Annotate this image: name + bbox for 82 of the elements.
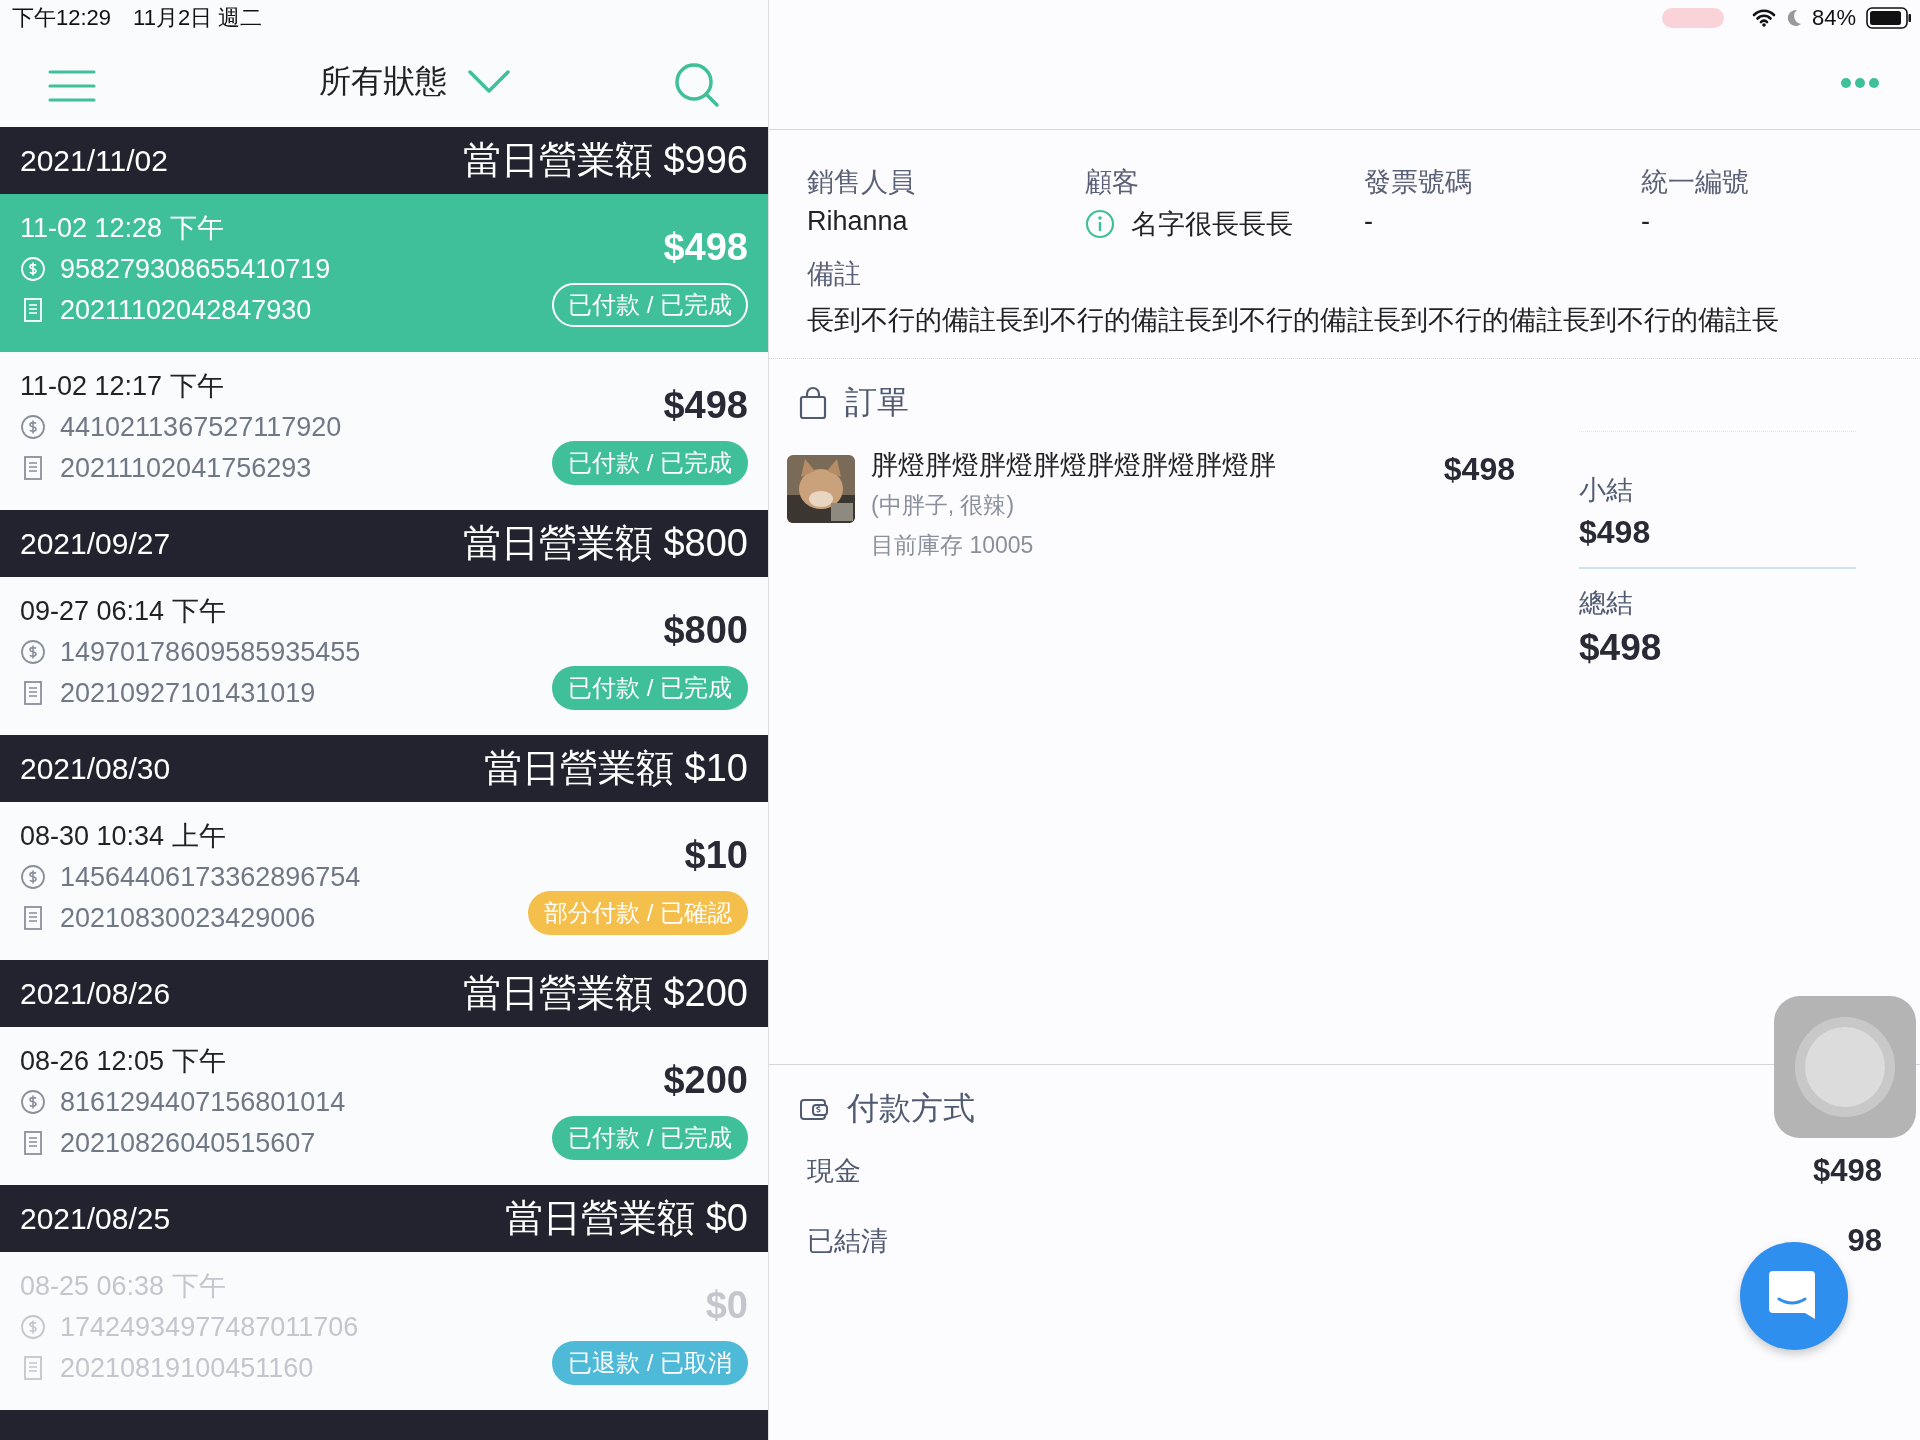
field-label: 發票號碼 [1364,166,1473,199]
field-value: 名字很長長長 [1131,208,1293,241]
day-total: 當日營業額 $200 [462,971,748,1016]
more-icon[interactable] [1840,77,1880,89]
payment-number: 958279308655410719 [60,253,331,285]
invoice-number: 20210927101431019 [60,677,316,709]
field-value: Rihanna [807,206,908,237]
status-filter-dropdown[interactable]: 所有狀態 [319,48,511,104]
dollar-circle-icon [20,256,46,282]
invoice-number: 20210830023429006 [60,902,316,934]
item-options: (中胖子, 很辣) [871,485,1428,525]
dollar-circle-icon [20,864,46,890]
section-title: 訂單 [845,383,909,422]
day-total: 當日營業額 $10 [484,746,748,791]
note-label: 備註 [807,258,862,291]
status-tag: 已付款 / 已完成 [552,441,748,485]
order-time: 11-02 12:28 下午 [20,212,225,244]
invoice-number: 20211102041756293 [60,452,312,484]
dollar-circle-icon [20,1089,46,1115]
field-value: - [1364,206,1373,237]
status-tag: 已付款 / 已完成 [552,666,748,710]
status-tag: 已付款 / 已完成 [552,283,748,327]
payment-amount: $498 [1813,1153,1882,1189]
field-value: - [1641,206,1650,237]
status-tag: 部分付款 / 已確認 [528,891,748,935]
item-stock: 目前庫存 10005 [871,531,1035,560]
wallet-icon [799,1096,829,1122]
day-date: 2021/08/30 [20,751,171,786]
order-amount: $200 [663,1059,748,1102]
status-time: 下午12:29 [12,4,112,32]
field-label: 銷售人員 [807,166,916,199]
order-time: 08-26 12:05 下午 [20,1045,227,1077]
dollar-circle-icon [20,639,46,665]
note-text: 長到不行的備註長到不行的備註長到不行的備註長到不行的備註長到不行的備註長 [807,304,1780,337]
invoice-number: 20210826040515607 [60,1127,316,1159]
subtotal-value: $498 [1579,514,1652,551]
menu-icon[interactable] [48,68,96,104]
info-icon[interactable] [1085,209,1115,239]
battery-icon [1866,7,1912,29]
status-tag: 已付款 / 已完成 [552,1116,748,1160]
order-amount: $498 [663,226,748,269]
indicator-pill [1661,8,1724,28]
assistive-touch-button[interactable] [1774,996,1916,1138]
chevron-down-icon [467,69,511,95]
day-date: 2021/09/27 [20,526,171,561]
day-total: 當日營業額 $800 [462,521,748,566]
wifi-icon [1751,9,1776,27]
order-time: 11-02 12:17 下午 [20,370,225,402]
day-date: 2021/08/26 [20,976,171,1011]
day-date: 2021/08/25 [20,1201,171,1236]
payment-number: 14564406173362896754 [60,861,361,893]
total-value: $498 [1579,627,1663,669]
item-name: 胖燈胖燈胖燈胖燈胖燈胖燈胖燈胖 [871,449,1277,482]
field-label: 統一編號 [1641,166,1750,199]
subtotal-label: 小結 [1579,474,1634,507]
order-time: 08-30 10:34 上午 [20,820,227,852]
battery-percent: 84% [1811,5,1856,31]
search-icon[interactable] [674,62,720,108]
payment-amount: 98 [1847,1223,1882,1259]
invoice-number: 20211102042847930 [60,294,312,326]
dollar-circle-icon [20,1314,46,1340]
order-amount: $10 [684,834,748,877]
order-time: 09-27 06:14 下午 [20,595,227,627]
moon-icon [1785,9,1802,27]
order-amount: $800 [663,609,748,652]
payment-number: 4410211367527117920 [60,411,342,443]
day-total: 當日營業額 $0 [505,1196,748,1241]
payment-number: 8161294407156801014 [60,1086,346,1118]
section-title: 付款方式 [847,1089,975,1128]
dollar-circle-icon [20,414,46,440]
payment-label: 現金 [807,1155,861,1188]
payment-label: 已結清 [807,1225,888,1258]
field-label: 顧客 [1085,166,1140,199]
total-label: 總結 [1579,587,1634,620]
status-tag: 已退款 / 已取消 [552,1341,748,1385]
day-total: 當日營業額 $996 [462,138,748,183]
order-amount: $498 [663,384,748,427]
item-price: $498 [1443,450,1515,488]
status-date: 11月2日 週二 [133,4,263,32]
day-date: 2021/11/02 [20,143,168,178]
payment-number: 14970178609585935455 [60,636,361,668]
bag-icon [799,386,827,420]
